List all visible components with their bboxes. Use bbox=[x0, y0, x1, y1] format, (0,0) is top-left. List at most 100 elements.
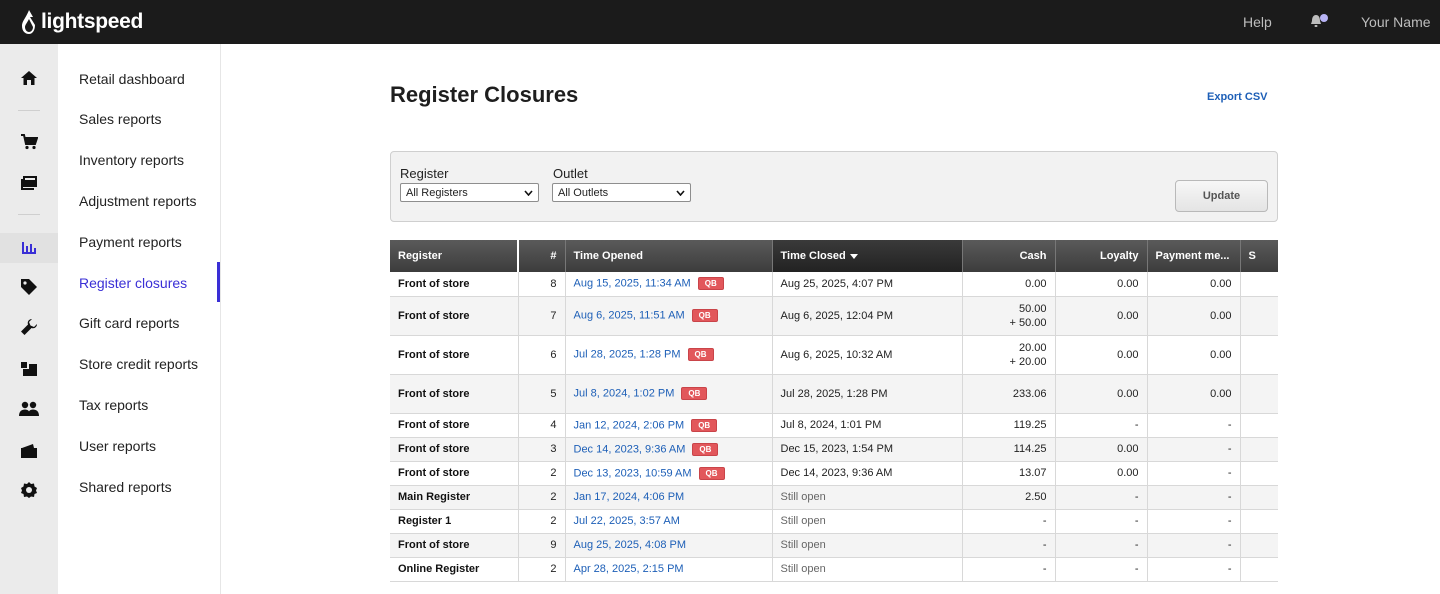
subnav-store-credit-reports[interactable]: Store credit reports bbox=[79, 356, 198, 372]
cell-register: Front of store bbox=[390, 413, 519, 438]
cell-payment-methods: - bbox=[1147, 437, 1241, 462]
cell-loyalty: - bbox=[1055, 413, 1148, 438]
cell-loyalty: 0.00 bbox=[1055, 374, 1148, 414]
cell-loyalty: 0.00 bbox=[1055, 296, 1148, 336]
col-header-register[interactable]: Register bbox=[390, 240, 519, 272]
cell-payment-methods: - bbox=[1147, 413, 1241, 438]
cell-time-closed: Still open bbox=[772, 533, 963, 558]
cell-time-opened[interactable]: Apr 28, 2025, 2:15 PM bbox=[565, 557, 773, 582]
subnav-tax-reports[interactable]: Tax reports bbox=[79, 397, 148, 413]
time-opened-link[interactable]: Jul 22, 2025, 3:57 AM bbox=[574, 515, 680, 527]
time-opened-link[interactable]: Jul 8, 2024, 1:02 PM bbox=[574, 387, 675, 399]
cell-time-opened[interactable]: Aug 6, 2025, 11:51 AM QB bbox=[565, 296, 773, 336]
subnav-register-closures[interactable]: Register closures bbox=[79, 275, 187, 291]
customers-icon[interactable] bbox=[0, 394, 58, 424]
cell-time-closed: Aug 6, 2025, 12:04 PM bbox=[772, 296, 963, 336]
time-opened-link[interactable]: Dec 14, 2023, 9:36 AM bbox=[574, 443, 686, 455]
cash-value: 114.25 bbox=[1013, 443, 1047, 455]
wrench-icon[interactable] bbox=[0, 312, 58, 342]
qb-badge: QB bbox=[687, 348, 714, 361]
col-header-time-closed[interactable]: Time Closed bbox=[772, 240, 963, 272]
home-icon[interactable] bbox=[0, 63, 58, 93]
col-header-loyalty[interactable]: Loyalty bbox=[1055, 240, 1148, 272]
time-opened-link[interactable]: Jul 28, 2025, 1:28 PM bbox=[574, 348, 681, 360]
notifications-icon[interactable] bbox=[1310, 13, 1330, 34]
cell-register: Front of store bbox=[390, 437, 519, 462]
chevron-down-icon bbox=[676, 189, 685, 196]
col-header-number[interactable]: # bbox=[518, 240, 566, 272]
subnav-shared-reports[interactable]: Shared reports bbox=[79, 479, 172, 495]
brand-logo[interactable]: lightspeed bbox=[20, 9, 143, 35]
time-opened-link[interactable]: Apr 28, 2025, 2:15 PM bbox=[574, 563, 684, 575]
time-opened-link[interactable]: Jan 17, 2024, 4:06 PM bbox=[574, 491, 685, 503]
subnav-retail-dashboard[interactable]: Retail dashboard bbox=[79, 71, 185, 87]
col-header-payment-methods[interactable]: Payment me... bbox=[1147, 240, 1241, 272]
time-opened-link[interactable]: Jan 12, 2024, 2:06 PM bbox=[574, 419, 685, 431]
time-opened-link[interactable]: Aug 6, 2025, 11:51 AM bbox=[574, 309, 685, 321]
table-row[interactable]: Online Register 2 Apr 28, 2025, 2:15 PM Sti… bbox=[390, 557, 1278, 582]
active-nav-indicator bbox=[217, 262, 220, 302]
flame-icon bbox=[22, 10, 35, 34]
cell-cash: 20.00 + 20.00 bbox=[962, 335, 1056, 375]
catalog-icon[interactable] bbox=[0, 168, 58, 198]
export-csv-link[interactable]: Export CSV bbox=[1207, 91, 1268, 103]
table-row[interactable]: Front of store 5 Jul 8, 2024, 1:02 PM QB Jul… bbox=[390, 374, 1278, 414]
tag-icon[interactable] bbox=[0, 272, 58, 302]
cell-time-closed: Dec 14, 2023, 9:36 AM bbox=[772, 461, 963, 486]
table-row[interactable]: Main Register 2 Jan 17, 2024, 4:06 PM Still… bbox=[390, 485, 1278, 510]
cell-time-opened[interactable]: Aug 15, 2025, 11:34 AM QB bbox=[565, 272, 773, 297]
cell-time-opened[interactable]: Jan 17, 2024, 4:06 PM bbox=[565, 485, 773, 510]
cell-time-opened[interactable]: Dec 14, 2023, 9:36 AM QB bbox=[565, 437, 773, 462]
help-link[interactable]: Help bbox=[1243, 14, 1272, 30]
time-opened-link[interactable]: Dec 13, 2023, 10:59 AM bbox=[574, 467, 692, 479]
cell-time-opened[interactable]: Jul 8, 2024, 1:02 PM QB bbox=[565, 374, 773, 414]
table-row[interactable]: Register 1 2 Jul 22, 2025, 3:57 AM Still op… bbox=[390, 509, 1278, 534]
subnav-sales-reports[interactable]: Sales reports bbox=[79, 111, 161, 127]
cash-value: 0.00 bbox=[1025, 277, 1047, 290]
update-button[interactable]: Update bbox=[1175, 180, 1268, 212]
subnav-gift-card-reports[interactable]: Gift card reports bbox=[79, 315, 179, 331]
cell-payment-methods: - bbox=[1147, 557, 1241, 582]
inventory-icon[interactable] bbox=[0, 354, 58, 384]
cell-time-opened[interactable]: Aug 25, 2025, 4:08 PM bbox=[565, 533, 773, 558]
brand-name: lightspeed bbox=[41, 10, 144, 33]
wallet-icon[interactable] bbox=[0, 436, 58, 466]
register-select-value: All Registers bbox=[406, 186, 468, 199]
cell-time-opened[interactable]: Dec 13, 2023, 10:59 AM QB bbox=[565, 461, 773, 486]
time-opened-link[interactable]: Aug 25, 2025, 4:08 PM bbox=[574, 539, 687, 551]
cell-register: Main Register bbox=[390, 485, 519, 510]
cell-time-opened[interactable]: Jan 12, 2024, 2:06 PM QB bbox=[565, 413, 773, 438]
col-header-time-opened[interactable]: Time Opened bbox=[565, 240, 773, 272]
time-opened-link[interactable]: Aug 15, 2025, 11:34 AM bbox=[574, 278, 691, 290]
reports-icon[interactable] bbox=[0, 233, 58, 263]
outlet-select[interactable]: All Outlets bbox=[552, 183, 691, 202]
user-menu[interactable]: Your Name bbox=[1361, 14, 1431, 30]
cell-register: Register 1 bbox=[390, 509, 519, 534]
subnav-user-reports[interactable]: User reports bbox=[79, 438, 156, 454]
cell-time-opened[interactable]: Jul 28, 2025, 1:28 PM QB bbox=[565, 335, 773, 375]
cell-time-opened[interactable]: Jul 22, 2025, 3:57 AM bbox=[565, 509, 773, 534]
cell-register: Front of store bbox=[390, 272, 519, 297]
cell-time-closed: Jul 28, 2025, 1:28 PM bbox=[772, 374, 963, 414]
col-header-more[interactable]: S bbox=[1240, 240, 1278, 272]
table-row[interactable]: Front of store 7 Aug 6, 2025, 11:51 AM QB Au… bbox=[390, 296, 1278, 336]
cell-time-closed: Aug 25, 2025, 4:07 PM bbox=[772, 272, 963, 297]
qb-badge: QB bbox=[691, 418, 718, 432]
table-row[interactable]: Front of store 3 Dec 14, 2023, 9:36 AM QB De… bbox=[390, 437, 1278, 462]
subnav-payment-reports[interactable]: Payment reports bbox=[79, 234, 182, 250]
table-row[interactable]: Front of store 6 Jul 28, 2025, 1:28 PM QB Au… bbox=[390, 335, 1278, 375]
settings-icon[interactable] bbox=[0, 475, 58, 505]
outlet-select-value: All Outlets bbox=[558, 186, 609, 199]
subnav-inventory-reports[interactable]: Inventory reports bbox=[79, 152, 184, 168]
register-select[interactable]: All Registers bbox=[400, 183, 539, 202]
table-row[interactable]: Front of store 4 Jan 12, 2024, 2:06 PM QB Ju… bbox=[390, 413, 1278, 438]
table-row[interactable]: Front of store 2 Dec 13, 2023, 10:59 AM QB D… bbox=[390, 461, 1278, 486]
cell-payment-methods: - bbox=[1147, 461, 1241, 486]
subnav-adjustment-reports[interactable]: Adjustment reports bbox=[79, 193, 197, 209]
table-row[interactable]: Front of store 8 Aug 15, 2025, 11:34 AM QB A… bbox=[390, 272, 1278, 297]
cart-icon[interactable] bbox=[0, 127, 58, 157]
sort-desc-icon bbox=[849, 253, 858, 259]
table-row[interactable]: Front of store 9 Aug 25, 2025, 4:08 PM Stil… bbox=[390, 533, 1278, 558]
col-header-cash[interactable]: Cash bbox=[962, 240, 1056, 272]
cash-value: - bbox=[1042, 563, 1047, 575]
